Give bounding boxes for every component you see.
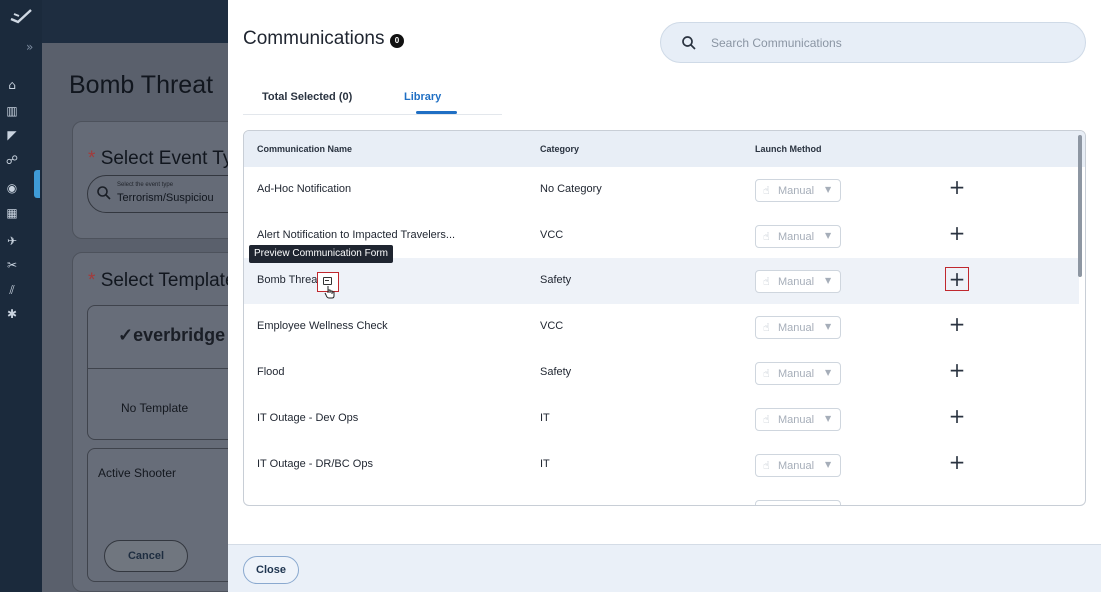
table-row[interactable]: IT Outage - Dev Ops IT ☝ Manual ▼ +	[244, 396, 1079, 442]
hand-icon: ☝	[763, 367, 770, 380]
chart-icon[interactable]: ⫽	[0, 283, 24, 298]
tools-icon[interactable]: ✂	[0, 258, 24, 272]
add-communication-button[interactable]: +	[945, 313, 969, 337]
column-header-name[interactable]: Communication Name	[257, 144, 352, 154]
table-header: Communication Name Category Launch Metho…	[244, 131, 1085, 167]
communication-category: Safety	[540, 274, 572, 286]
modal-footer: Close	[228, 544, 1101, 592]
launch-method-select[interactable]: ☝ Manual ▼	[755, 270, 841, 293]
hand-icon: ☝	[763, 321, 770, 334]
settings-icon[interactable]: ✱	[0, 307, 24, 321]
template-section-title: * Select Template	[88, 270, 228, 291]
add-communication-button[interactable]: +	[945, 267, 969, 291]
template-label: No Template	[121, 401, 189, 415]
active-tab-indicator	[416, 111, 457, 114]
table-row[interactable]: Ad-Hoc Notification No Category ☝ Manual ▼…	[244, 167, 1079, 213]
airplane-icon[interactable]: ✈	[0, 234, 24, 248]
launch-method-select[interactable]: ☝ Manual ▼	[755, 408, 841, 431]
communications-modal: Communications 0 Total Selected (0) Libr…	[228, 0, 1101, 592]
calendar-icon[interactable]: ▦	[0, 206, 24, 220]
communication-category: VCC	[540, 320, 564, 332]
background-page: Bomb Threat * Select Event Ty Select the…	[42, 0, 228, 592]
top-bar	[42, 0, 228, 43]
communication-category: VCC	[540, 229, 564, 241]
add-communication-button[interactable]: +	[945, 222, 969, 246]
column-header-category[interactable]: Category	[540, 144, 579, 154]
table-row[interactable]: IT Outage - DR/BC Ops IT ☝ Manual ▼ +	[244, 442, 1079, 488]
event-section-title: * Select Event Ty	[88, 148, 228, 169]
megaphone-icon[interactable]: ◤	[0, 128, 24, 142]
table-row[interactable]: Employee Wellness Check VCC ☝ Manual ▼ +	[244, 304, 1079, 350]
launch-method-select[interactable]: ☝ Manual ▼	[755, 454, 841, 477]
chevron-down-icon: ▼	[825, 231, 832, 240]
chevron-down-icon: ▼	[825, 368, 832, 377]
template-label: Active Shooter	[98, 466, 177, 480]
app-logo[interactable]	[9, 7, 33, 25]
add-communication-button[interactable]: +	[945, 359, 969, 383]
communications-table: Communication Name Category Launch Metho…	[243, 130, 1086, 506]
hand-icon: ☝	[763, 184, 770, 197]
active-nav-indicator	[34, 170, 40, 198]
chevron-down-icon: ▼	[825, 322, 832, 331]
communication-name: Ad-Hoc Notification	[257, 183, 352, 195]
chevron-down-icon: ▼	[825, 414, 832, 423]
launch-method-select[interactable]: ☝ Manual ▼	[755, 225, 841, 248]
table-row-partial[interactable]	[244, 488, 1079, 505]
count-badge: 0	[390, 34, 404, 48]
event-type-input[interactable]: Select the event type Terrorism/Suspicio…	[87, 175, 228, 213]
tab-library[interactable]: Library	[404, 91, 441, 103]
communication-name: Employee Wellness Check	[257, 320, 388, 332]
brand-logo: ✓everbridge	[118, 325, 226, 345]
column-header-launch-method[interactable]: Launch Method	[755, 144, 822, 154]
expand-rail-icon[interactable]: »	[26, 40, 33, 54]
communication-name: IT Outage - Dev Ops	[257, 412, 359, 424]
building-icon[interactable]: ▥	[0, 104, 24, 118]
communication-name: IT Outage - DR/BC Ops	[257, 458, 373, 470]
chevron-down-icon: ▼	[825, 185, 832, 194]
table-scrollbar[interactable]	[1078, 135, 1082, 277]
launch-method-select[interactable]	[755, 500, 841, 505]
page-title: Bomb Threat	[69, 71, 214, 99]
table-row[interactable]: Flood Safety ☝ Manual ▼ +	[244, 350, 1079, 396]
hand-icon: ☝	[763, 459, 770, 472]
nav-rail: » ⌂ ▥ ◤ ☍ ◉ ▦ ✈ ✂ ⫽ ✱	[0, 0, 42, 592]
search-icon	[682, 36, 696, 50]
hand-icon: ☝	[763, 413, 770, 426]
table-row-highlighted[interactable]: Bomb Threat Safety ☝ Manual ▼ +	[244, 258, 1079, 304]
hand-icon: ☝	[763, 230, 770, 243]
modal-title: Communications	[243, 28, 385, 49]
search-input[interactable]	[711, 33, 1051, 53]
hand-icon: ☝	[763, 275, 770, 288]
cancel-button[interactable]: Cancel	[104, 540, 188, 572]
launch-method-select[interactable]: ☝ Manual ▼	[755, 179, 841, 202]
add-communication-button[interactable]: +	[945, 405, 969, 429]
add-communication-button[interactable]: +	[945, 176, 969, 200]
communication-category: IT	[540, 458, 550, 470]
tab-total-selected[interactable]: Total Selected (0)	[262, 91, 352, 103]
home-icon[interactable]: ⌂	[0, 78, 24, 92]
chevron-down-icon: ▼	[825, 276, 832, 285]
communication-category: Safety	[540, 366, 572, 378]
add-communication-button[interactable]: +	[945, 451, 969, 475]
event-input-caption: Select the event type	[117, 182, 174, 188]
people-icon[interactable]: ☍	[0, 153, 24, 167]
launch-method-select[interactable]: ☝ Manual ▼	[755, 316, 841, 339]
location-icon[interactable]: ◉	[0, 181, 24, 195]
event-input-value: Terrorism/Suspiciou	[117, 192, 214, 204]
launch-method-select[interactable]: ☝ Manual ▼	[755, 362, 841, 385]
communication-category: IT	[540, 412, 550, 424]
tabs-divider	[243, 114, 502, 115]
communication-name: Flood	[257, 366, 285, 378]
close-button[interactable]: Close	[243, 556, 299, 584]
communication-name: Bomb Threat	[257, 274, 317, 286]
communication-category: No Category	[540, 183, 602, 195]
chevron-down-icon: ▼	[825, 460, 832, 469]
search-icon	[97, 186, 111, 200]
hand-cursor-icon	[324, 286, 335, 299]
preview-tooltip: Preview Communication Form	[249, 245, 393, 263]
communication-name: Alert Notification to Impacted Travelers…	[257, 229, 456, 241]
search-bar[interactable]	[660, 22, 1086, 63]
